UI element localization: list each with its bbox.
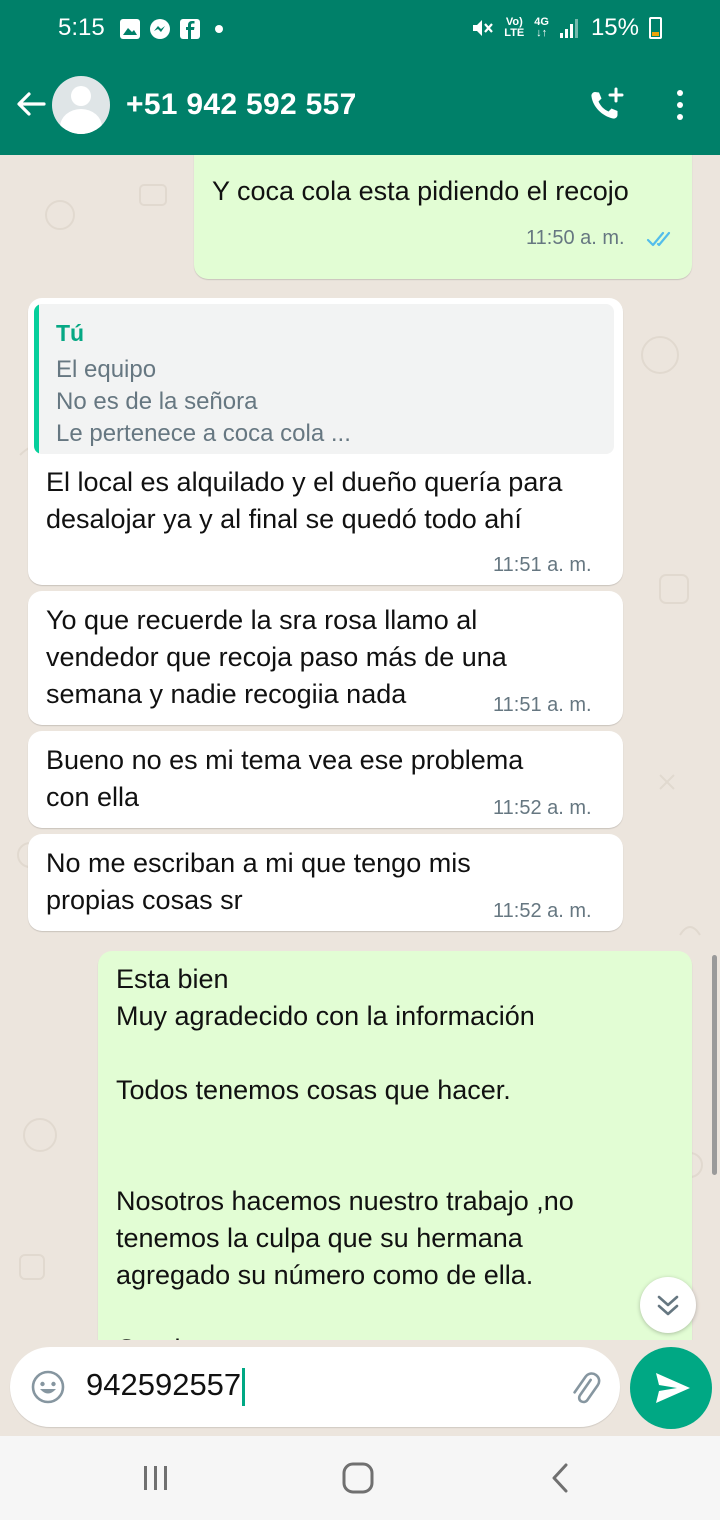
avatar[interactable]	[52, 76, 110, 134]
message-bubble-outgoing[interactable]: Y coca cola esta pidiendo el recojo 11:5…	[194, 155, 692, 279]
messenger-notification-icon	[150, 19, 170, 39]
message-time: 11:50 a. m.	[526, 227, 625, 249]
nav-back-icon[interactable]	[544, 1460, 576, 1496]
status-time: 5:15	[58, 14, 105, 41]
message-bubble-outgoing[interactable]: Esta bien Muy agradecido con la informac…	[98, 951, 692, 1340]
scrollbar[interactable]	[712, 955, 717, 1175]
signal-icon	[559, 19, 578, 38]
message-time: 11:52 a. m.	[493, 797, 592, 819]
network-type-indicator: 4G ↓↑	[534, 16, 549, 39]
quoted-message[interactable]: Tú El equipo No es de la señora Le perte…	[34, 304, 614, 454]
notification-icons	[120, 18, 223, 40]
recent-apps-icon[interactable]	[140, 1462, 172, 1494]
gallery-notification-icon	[120, 19, 140, 39]
chat-header: +51 942 592 557	[0, 58, 720, 155]
send-button[interactable]	[630, 1347, 712, 1429]
more-vert-icon[interactable]	[670, 90, 690, 126]
system-navigation-bar	[0, 1436, 720, 1520]
chat-area[interactable]: Y coca cola esta pidiendo el recojo 11:5…	[0, 155, 720, 1340]
status-bar: 5:15 Vo) LTE 4G ↓↑ 15%	[0, 0, 720, 58]
home-icon[interactable]	[340, 1460, 376, 1496]
message-time: 11:51 a. m.	[493, 554, 592, 576]
message-text: Bueno no es mi tema vea ese problema con…	[46, 745, 524, 812]
message-bubble-incoming[interactable]: Bueno no es mi tema vea ese problema con…	[28, 731, 623, 828]
composer-bar: 942592557	[0, 1340, 720, 1436]
message-bubble-incoming[interactable]: Yo que recuerde la sra rosa llamo al ven…	[28, 591, 623, 725]
add-call-icon[interactable]	[586, 86, 626, 126]
read-receipt-icon	[646, 231, 671, 247]
message-text: El local es alquilado y el dueño quería …	[46, 467, 563, 534]
emoji-icon[interactable]	[30, 1369, 66, 1405]
message-text: No me escriban a mi que tengo mis propia…	[46, 848, 471, 915]
text-caret	[242, 1367, 246, 1406]
facebook-notification-icon	[180, 19, 200, 39]
message-bubble-incoming[interactable]: Tú El equipo No es de la señora Le perte…	[28, 298, 623, 585]
message-time: 11:51 a. m.	[493, 694, 592, 716]
message-text: Esta bien Muy agradecido con la informac…	[116, 964, 574, 1340]
volte-indicator: Vo) LTE	[504, 16, 525, 39]
quoted-text: El equipo No es de la señora Le pertenec…	[56, 356, 351, 447]
message-bubble-incoming[interactable]: No me escriban a mi que tengo mis propia…	[28, 834, 623, 931]
arrow-back-icon[interactable]	[12, 86, 48, 122]
more-notifications-dot	[215, 25, 223, 33]
attach-icon[interactable]	[566, 1369, 604, 1407]
system-icons: Vo) LTE 4G ↓↑ 15%	[470, 14, 662, 42]
contact-name[interactable]: +51 942 592 557	[126, 88, 357, 122]
battery-percent: 15%	[590, 14, 639, 41]
mute-icon	[473, 20, 494, 36]
message-text: Yo que recuerde la sra rosa llamo al ven…	[46, 605, 507, 709]
battery-icon	[649, 17, 662, 39]
scroll-to-bottom-button[interactable]	[640, 1277, 696, 1333]
quoted-author: Tú	[56, 320, 85, 346]
message-input[interactable]: 942592557	[86, 1367, 246, 1406]
message-input-box[interactable]: 942592557	[10, 1347, 620, 1427]
send-icon	[656, 1373, 690, 1403]
message-text: Y coca cola esta pidiendo el recojo	[212, 176, 629, 206]
message-time: 11:52 a. m.	[493, 900, 592, 922]
double-chevron-down-icon	[657, 1295, 679, 1316]
